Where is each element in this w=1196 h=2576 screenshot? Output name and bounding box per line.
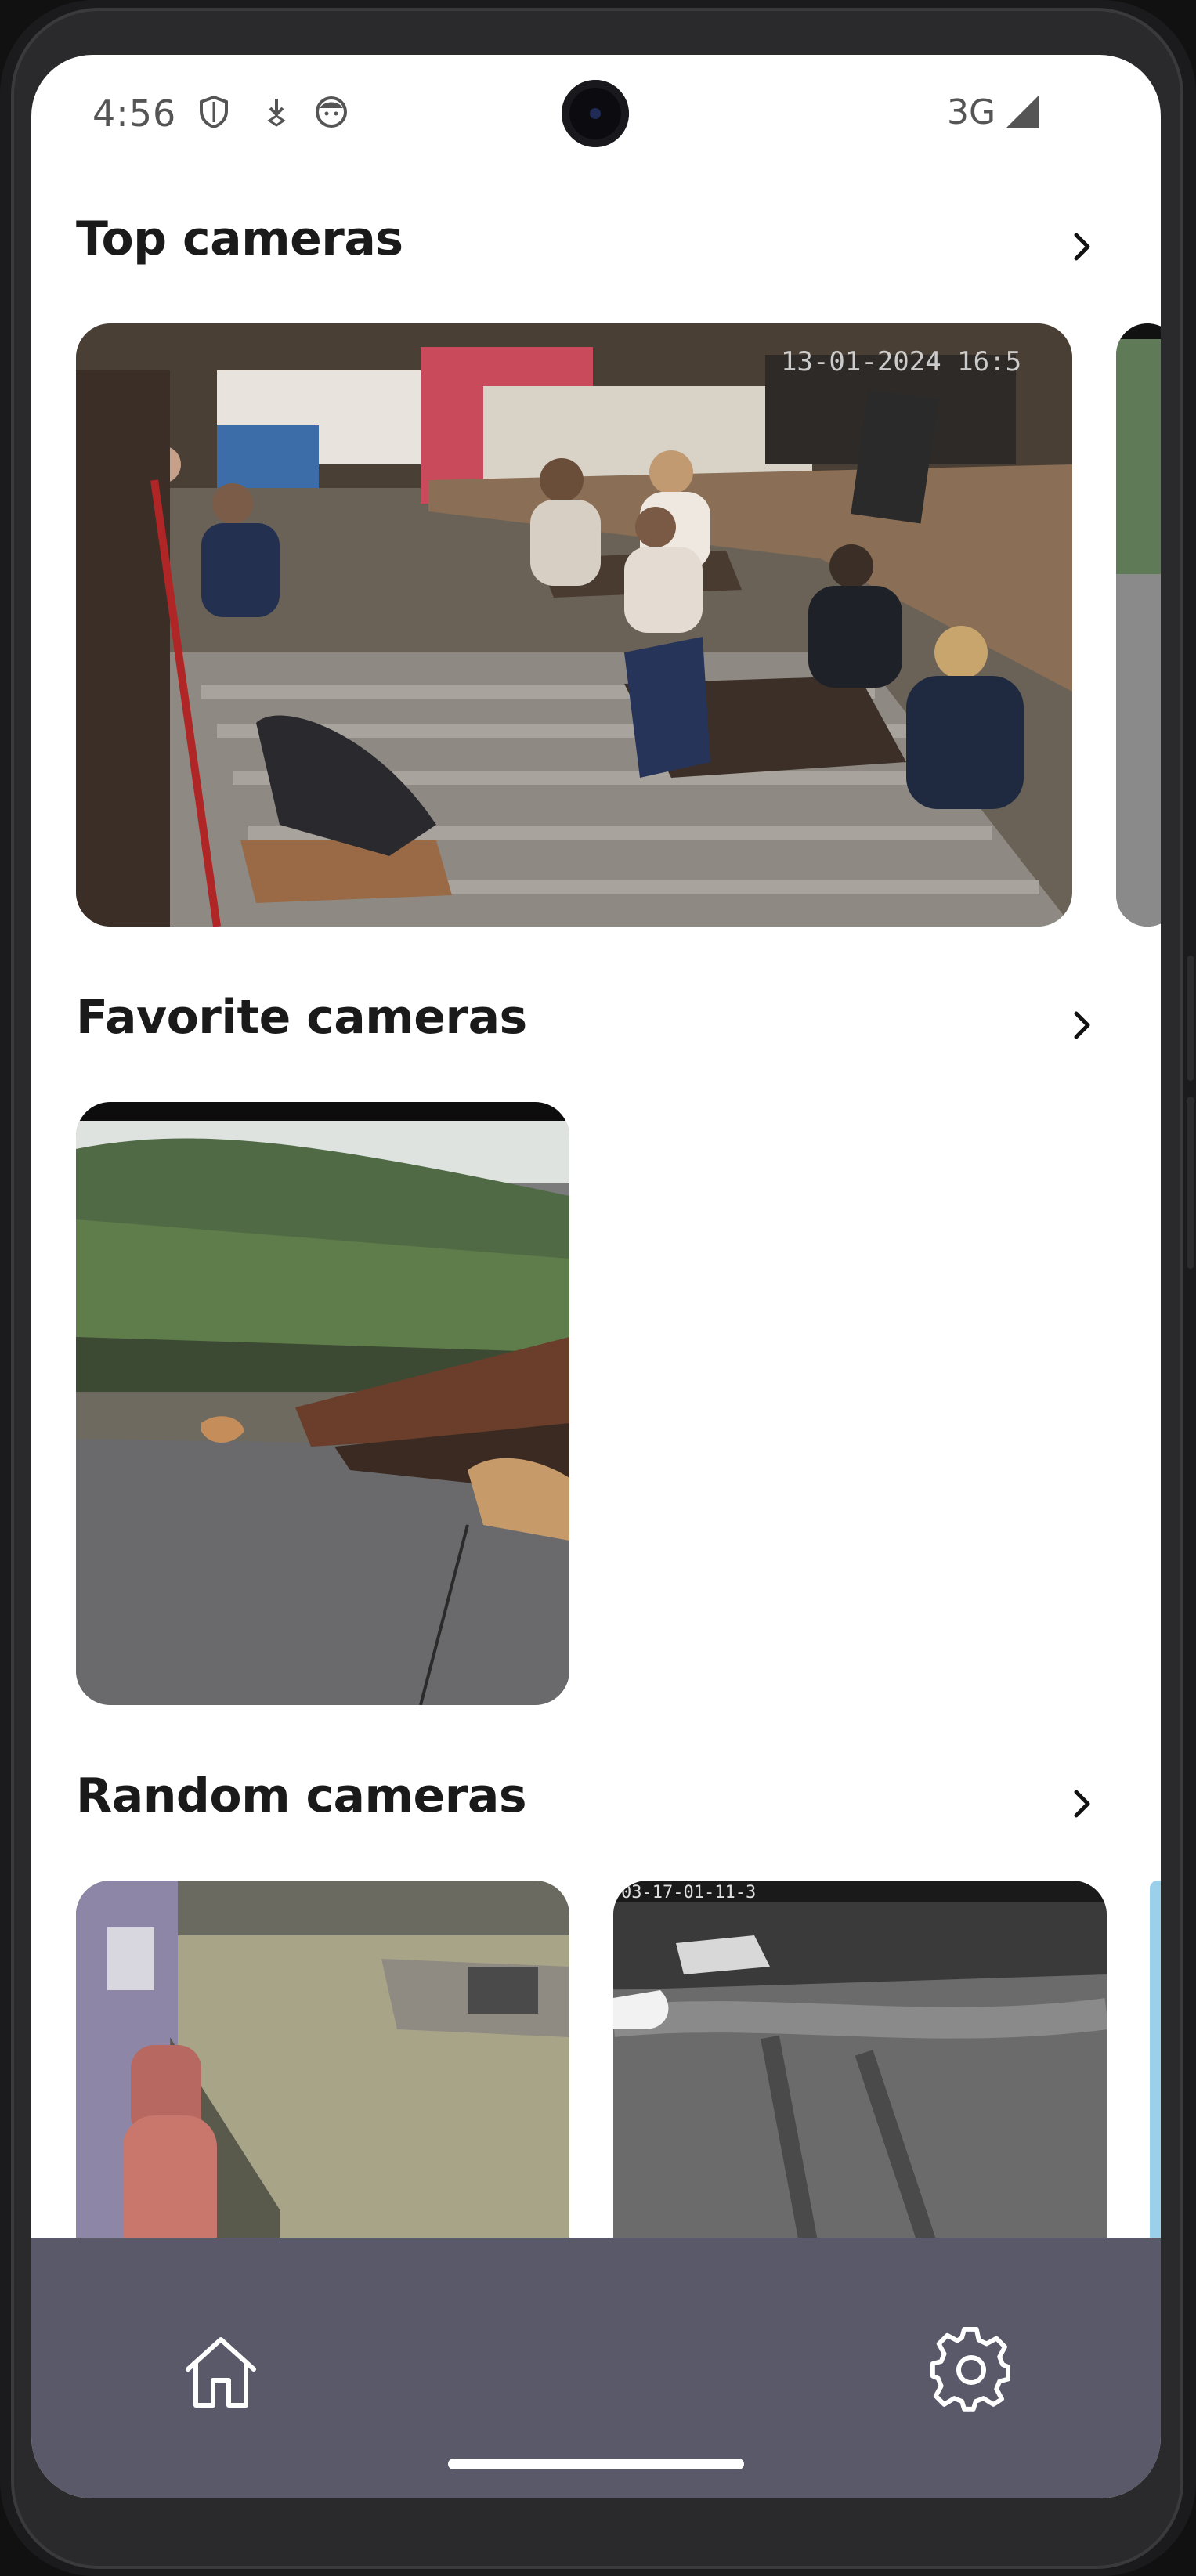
home-icon[interactable] <box>180 2332 262 2413</box>
chevron-right-icon[interactable] <box>1064 1786 1100 1822</box>
phone-frame: 4:56 3G Top cameras 13-01-2024 16:5 Favo… <box>0 0 1196 2576</box>
status-bar: 4:56 3G <box>31 55 1161 172</box>
download-icon <box>267 99 286 127</box>
app-screen: 4:56 3G Top cameras 13-01-2024 16:5 Favo… <box>31 55 1161 2498</box>
camera-thumbnail-partial[interactable] <box>1116 323 1161 927</box>
network-type: 3G <box>947 92 996 132</box>
camera-thumbnail-night-road[interactable]: 03-17-01-11-3 <box>613 1881 1107 2288</box>
volume-button <box>1187 956 1194 1081</box>
front-camera <box>562 80 629 147</box>
section-title-favorite-cameras: Favorite cameras <box>76 990 527 1045</box>
camera-overlay-timestamp: 13-01-2024 16:5 <box>781 346 1021 378</box>
camera-feed-image <box>1116 323 1161 927</box>
camera-thumbnail-backyard[interactable] <box>76 1881 569 2288</box>
status-time: 4:56 <box>92 92 177 135</box>
gesture-bar <box>448 2459 744 2469</box>
camera-thumbnail-bar-interior[interactable]: 13-01-2024 16:5 <box>76 323 1072 927</box>
chevron-right-icon[interactable] <box>1064 229 1100 265</box>
bottom-navigation-bar <box>31 2238 1161 2498</box>
camera-feed-image: 13-01-2024 16:5 <box>76 323 1072 927</box>
face-icon <box>316 96 347 128</box>
section-title-random-cameras: Random cameras <box>76 1769 527 1823</box>
camera-thumbnail-hillside-road[interactable] <box>76 1102 569 1705</box>
camera-overlay-timestamp: 03-17-01-11-3 <box>621 1883 756 1902</box>
shield-icon <box>200 95 228 129</box>
camera-feed-image <box>76 1881 569 2288</box>
camera-feed-image <box>76 1102 569 1705</box>
section-title-top-cameras: Top cameras <box>76 211 403 266</box>
power-button <box>1187 1097 1194 1269</box>
camera-feed-image: 03-17-01-11-3 <box>613 1881 1107 2288</box>
settings-icon[interactable] <box>928 2327 1014 2413</box>
camera-thumbnail-partial[interactable] <box>1150 1881 1161 2288</box>
chevron-right-icon[interactable] <box>1064 1007 1100 1043</box>
signal-icon <box>1006 96 1039 128</box>
